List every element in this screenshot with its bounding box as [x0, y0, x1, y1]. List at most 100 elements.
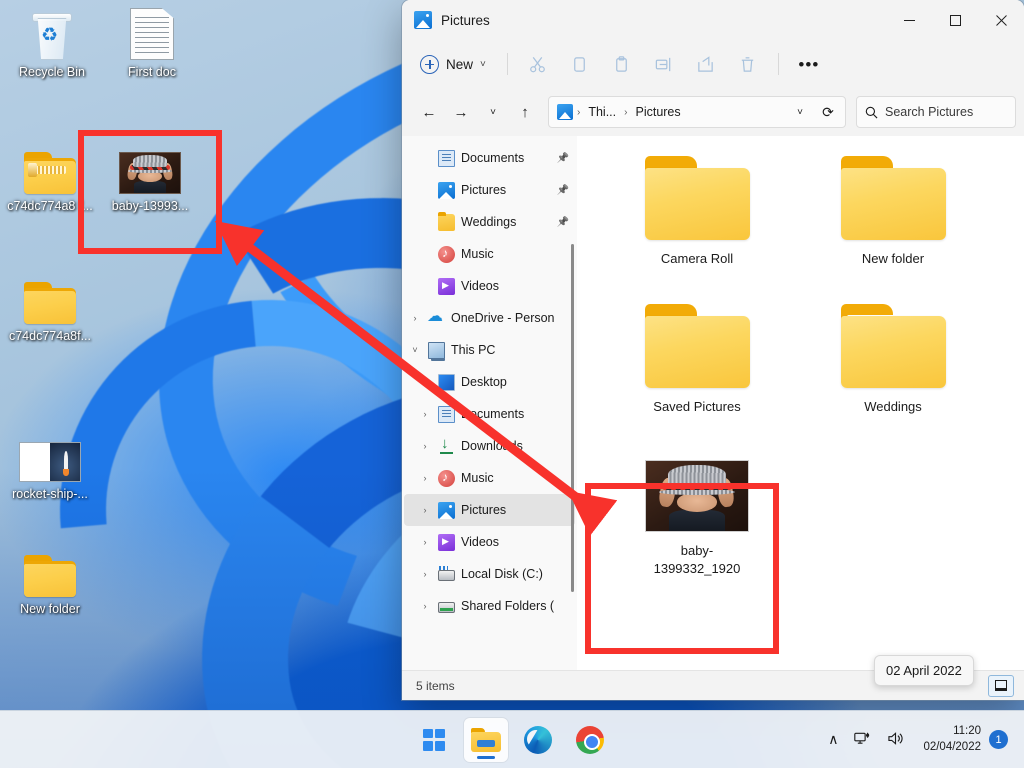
sidebar-item-videos[interactable]: › Videos	[404, 270, 575, 302]
sidebar-item-label: Videos	[461, 279, 499, 293]
desktop-icon-first-doc[interactable]: First doc	[102, 8, 202, 79]
toolbar-divider	[506, 53, 508, 75]
file-item-weddings[interactable]: Weddings	[795, 298, 991, 446]
window-titlebar[interactable]: Pictures	[402, 0, 1024, 40]
show-hidden-icons-chevron-icon[interactable]: ∧	[823, 725, 843, 754]
desktop-icon-recycle-bin[interactable]: ♻ Recycle Bin	[2, 8, 102, 79]
sidebar-item-onedrive-person[interactable]: › OneDrive - Person	[404, 302, 575, 334]
chevron-right-icon[interactable]: ›	[418, 601, 432, 611]
taskbar-item-start[interactable]	[412, 718, 456, 762]
minimize-button[interactable]	[886, 0, 932, 40]
file-item-camera-roll[interactable]: Camera Roll	[599, 150, 795, 298]
nav-pane-scrollbar[interactable]	[571, 244, 574, 592]
chevron-right-icon[interactable]: ›	[418, 569, 432, 579]
chevron-right-icon[interactable]: ›	[418, 409, 432, 419]
this-pc-icon	[428, 341, 445, 361]
document-icon	[102, 8, 202, 60]
chevron-right-icon[interactable]: ›	[408, 313, 422, 323]
chevron-right-icon[interactable]: ›	[418, 537, 432, 547]
details-view-icon[interactable]	[988, 674, 1014, 697]
sidebar-item-documents[interactable]: › Documents 📌	[404, 142, 575, 174]
command-toolbar[interactable]: New ˅ •••	[402, 40, 1024, 88]
sidebar-item-label: Downloads	[461, 439, 523, 453]
edge-icon	[524, 725, 552, 754]
chevron-right-icon: ›	[418, 185, 432, 195]
desktop-icon-rocket-ship[interactable]: rocket-ship-...	[0, 430, 100, 501]
maximize-button[interactable]	[932, 0, 978, 40]
sidebar-item-shared-folders[interactable]: › Shared Folders (	[404, 590, 575, 622]
sidebar-item-label: Weddings	[461, 215, 517, 229]
chevron-down-icon[interactable]: ˅	[408, 345, 422, 355]
chevron-right-icon[interactable]: ›	[418, 505, 432, 515]
navigation-pane[interactable]: › Documents 📌 › Pictures 📌 › Weddings 📌 › Music › Vi…	[402, 136, 577, 670]
refresh-button[interactable]: ⟳	[815, 100, 841, 124]
desktop[interactable]: ♻ Recycle Bin First doc c74dc774a8 f...	[0, 0, 1024, 768]
desktop-icon-label: baby-13993...	[111, 199, 189, 213]
pin-icon[interactable]: 📌	[557, 153, 569, 164]
sidebar-item-label: Documents	[461, 151, 525, 165]
sidebar-item-pictures[interactable]: › Pictures 📌	[404, 174, 575, 206]
desktop-icon-label: First doc	[128, 65, 176, 79]
clock-date: 02/04/2022	[923, 740, 981, 753]
music-icon	[438, 469, 455, 487]
breadcrumb-item-pictures[interactable]: Pictures	[631, 103, 684, 121]
chevron-right-icon[interactable]: ›	[418, 473, 432, 483]
rename-button[interactable]	[644, 47, 684, 81]
sidebar-item-documents[interactable]: › Documents	[404, 398, 575, 430]
paste-button[interactable]	[602, 47, 642, 81]
more-options-button[interactable]: •••	[789, 47, 829, 81]
file-item-baby-image[interactable]: baby-1399332_1920	[599, 446, 795, 594]
desktop-icon-zip-archive[interactable]: c74dc774a8 f...	[0, 142, 100, 213]
onedrive-icon	[427, 306, 445, 327]
forward-button[interactable]: →	[446, 97, 476, 127]
taskbar-item-microsoft-edge[interactable]	[516, 718, 560, 762]
image-thumbnail-icon	[100, 142, 200, 194]
close-button[interactable]	[978, 0, 1024, 40]
toolbar-divider	[777, 53, 779, 75]
pin-icon[interactable]: 📌	[557, 185, 569, 196]
file-explorer-window[interactable]: Pictures New ˅ ••• ← → ˅ ↑ › Thi... › Pi…	[402, 0, 1024, 700]
file-list-view[interactable]: Camera Roll New folder Saved Pictures We…	[577, 136, 1024, 670]
speaker-icon[interactable]	[882, 725, 909, 755]
chevron-right-icon[interactable]: ›	[418, 377, 432, 387]
desktop-icon-label: c74dc774a8 f...	[7, 199, 93, 213]
copy-button[interactable]	[560, 47, 600, 81]
sidebar-item-this-pc[interactable]: ˅ This PC	[404, 334, 575, 366]
delete-button[interactable]	[728, 47, 768, 81]
file-item-new-folder[interactable]: New folder	[795, 150, 991, 298]
clock-and-notifications[interactable]: 11:20 02/04/2022 1	[915, 720, 1016, 759]
sidebar-item-music[interactable]: › Music	[404, 462, 575, 494]
address-bar-row[interactable]: ← → ˅ ↑ › Thi... › Pictures ˅ ⟳ Search P…	[402, 88, 1024, 136]
file-name: Saved Pictures	[653, 399, 741, 414]
file-item-saved-pictures[interactable]: Saved Pictures	[599, 298, 795, 446]
network-icon[interactable]	[849, 725, 876, 755]
chevron-right-icon[interactable]: ›	[418, 441, 432, 451]
desktop-icon-folder-c74dc[interactable]: c74dc774a8f...	[0, 272, 100, 343]
sidebar-item-local-disk-c[interactable]: › Local Disk (C:)	[404, 558, 575, 590]
desktop-icon-new-folder[interactable]: New folder	[0, 545, 100, 616]
recent-locations-button[interactable]: ˅	[478, 97, 508, 127]
taskbar-item-google-chrome[interactable]	[568, 718, 612, 762]
folder-icon	[644, 156, 750, 240]
new-button[interactable]: New ˅	[412, 49, 497, 80]
pin-icon[interactable]: 📌	[557, 217, 569, 228]
breadcrumb[interactable]: › Thi... › Pictures ˅ ⟳	[548, 96, 846, 128]
sidebar-item-music[interactable]: › Music	[404, 238, 575, 270]
search-box[interactable]: Search Pictures	[856, 96, 1016, 128]
sidebar-item-downloads[interactable]: › Downloads	[404, 430, 575, 462]
sidebar-item-pictures[interactable]: › Pictures	[404, 494, 575, 526]
up-button[interactable]: ↑	[510, 97, 540, 127]
taskbar-item-file-explorer[interactable]	[464, 717, 508, 762]
sidebar-item-weddings[interactable]: › Weddings 📌	[404, 206, 575, 238]
breadcrumb-dropdown-button[interactable]: ˅	[788, 100, 812, 124]
share-button[interactable]	[686, 47, 726, 81]
breadcrumb-item-this-pc[interactable]: Thi...	[584, 103, 620, 121]
breadcrumb-separator: ›	[624, 106, 628, 118]
taskbar[interactable]: ∧ 11:20 02/04/2022 1	[0, 710, 1024, 768]
back-button[interactable]: ←	[414, 97, 444, 127]
desktop-icon-baby-image[interactable]: baby-13993...	[100, 142, 200, 213]
sidebar-item-desktop[interactable]: › Desktop	[404, 366, 575, 398]
sidebar-item-label: Music	[461, 471, 494, 485]
cut-button[interactable]	[518, 47, 558, 81]
sidebar-item-videos[interactable]: › Videos	[404, 526, 575, 558]
